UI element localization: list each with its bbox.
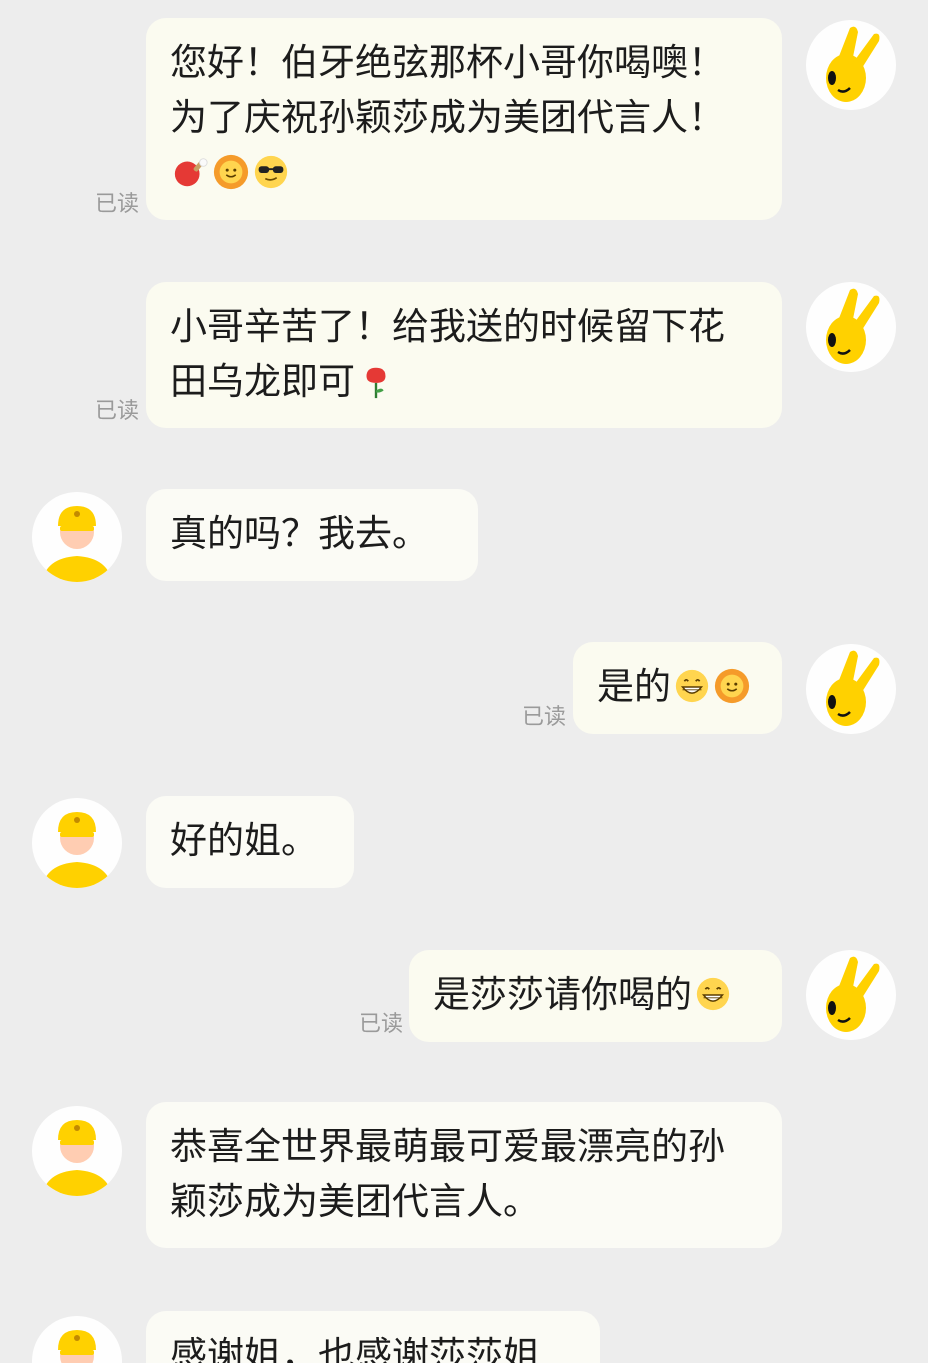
read-status: 已读 (359, 1012, 404, 1037)
user-avatar[interactable] (806, 950, 896, 1040)
message-bubble[interactable]: 真的吗？我去。 (146, 489, 478, 581)
yellow-hand-mascot-icon (826, 288, 880, 364)
read-status: 已读 (522, 705, 567, 730)
user-avatar[interactable] (806, 20, 896, 110)
courier-avatar[interactable] (32, 798, 122, 888)
message-text: 小哥辛苦了！给我送的时候留下花田乌龙即可 (170, 305, 725, 403)
message-text: 好的姐。 (170, 819, 318, 862)
message-bubble[interactable]: 您好！伯牙绝弦那杯小哥你喝噢！为了庆祝孙颖莎成为美团代言人！ (146, 18, 782, 220)
message-bubble[interactable]: 是莎莎请你喝的 (409, 950, 782, 1042)
courier-person-icon (42, 506, 112, 582)
courier-person-icon (42, 812, 112, 888)
message-text: 感谢姐，也感谢莎莎姐 (170, 1334, 540, 1363)
user-avatar[interactable] (806, 282, 896, 372)
message-bubble[interactable]: 恭喜全世界最萌最可爱最漂亮的孙颖莎成为美团代言人。 (146, 1102, 782, 1248)
courier-avatar[interactable] (32, 1316, 122, 1363)
chat-window: 您好！伯牙绝弦那杯小哥你喝噢！为了庆祝孙颖莎成为美团代言人！ 已读 小哥辛苦了！… (0, 0, 928, 1363)
grin-icon (696, 977, 730, 1011)
sun-face-icon (213, 154, 249, 190)
message-bubble[interactable]: 小哥辛苦了！给我送的时候留下花田乌龙即可 (146, 282, 782, 428)
ping-pong-icon (174, 158, 208, 187)
message-bubble[interactable]: 好的姐。 (146, 796, 354, 888)
rose-icon (366, 367, 386, 399)
message-bubble[interactable]: 是的 (573, 642, 782, 734)
message-text: 真的吗？我去。 (170, 512, 429, 555)
message-text: 恭喜全世界最萌最可爱最漂亮的孙颖莎成为美团代言人。 (170, 1125, 725, 1223)
courier-avatar[interactable] (32, 492, 122, 582)
yellow-hand-mascot-icon (826, 956, 880, 1032)
message-text: 您好！伯牙绝弦那杯小哥你喝噢！为了庆祝孙颖莎成为美团代言人！ (170, 41, 725, 139)
message-text: 是的 (597, 665, 671, 708)
read-status: 已读 (95, 192, 140, 217)
read-status: 已读 (95, 399, 140, 424)
grin-icon (675, 669, 709, 703)
sun-face-icon (714, 668, 750, 704)
message-bubble[interactable]: 感谢姐，也感谢莎莎姐 (146, 1311, 600, 1363)
courier-person-icon (58, 1330, 96, 1363)
user-avatar[interactable] (806, 644, 896, 734)
cool-sunglasses-icon (254, 155, 288, 189)
courier-avatar[interactable] (32, 1106, 122, 1196)
message-text: 是莎莎请你喝的 (433, 973, 692, 1016)
yellow-hand-mascot-icon (826, 26, 880, 102)
courier-person-icon (42, 1120, 112, 1196)
yellow-hand-mascot-icon (826, 650, 880, 726)
